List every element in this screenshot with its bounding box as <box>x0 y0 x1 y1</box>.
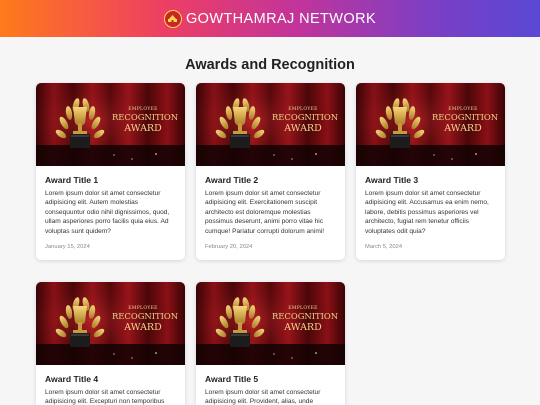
banner-line-2: RECOGNITION <box>112 112 179 122</box>
award-title: Award Title 1 <box>45 175 99 185</box>
award-image: EMPLOYEE RECOGNITION AWARD <box>196 83 345 166</box>
award-title: Award Title 3 <box>365 175 419 185</box>
award-image: EMPLOYEE RECOGNITION AWARD <box>196 282 345 365</box>
brand[interactable]: GOWTHAMRAJ NETWORK <box>163 9 377 28</box>
award-image: EMPLOYEE RECOGNITION AWARD <box>36 83 185 166</box>
banner-line-3: AWARD <box>284 123 322 134</box>
award-date: January 15, 2024 <box>45 244 90 251</box>
award-description: Lorem ipsum dolor sit amet consectetur a… <box>205 389 321 405</box>
banner-line-2: RECOGNITION <box>112 311 179 321</box>
award-description: Lorem ipsum dolor sit amet consectetur a… <box>45 389 165 405</box>
temple-emblem-icon <box>163 9 182 28</box>
award-card[interactable]: EMPLOYEE RECOGNITION AWARD Award Title 3… <box>356 83 505 261</box>
award-title: Award Title 5 <box>205 374 259 384</box>
banner-line-2: RECOGNITION <box>272 311 339 321</box>
award-title: Award Title 2 <box>205 175 259 185</box>
award-card[interactable]: EMPLOYEE RECOGNITION AWARD Award Title 2… <box>196 83 345 261</box>
page-title: Awards and Recognition <box>185 57 355 73</box>
award-image: EMPLOYEE RECOGNITION AWARD <box>36 282 185 365</box>
award-image: EMPLOYEE RECOGNITION AWARD <box>356 83 505 166</box>
award-description: Lorem ipsum dolor sit amet consectetur a… <box>205 190 325 235</box>
award-date: February 20, 2024 <box>205 244 253 251</box>
site-header: GOWTHAMRAJ NETWORK <box>0 0 540 37</box>
banner-line-3: AWARD <box>124 123 162 134</box>
banner-line-3: AWARD <box>284 322 322 333</box>
banner-line-3: AWARD <box>444 123 482 134</box>
brand-name: GOWTHAMRAJ NETWORK <box>185 10 377 27</box>
award-description: Lorem ipsum dolor sit amet consectetur a… <box>45 190 170 235</box>
award-card[interactable]: EMPLOYEE RECOGNITION AWARD Award Title 1… <box>36 83 185 261</box>
banner-line-2: RECOGNITION <box>272 112 339 122</box>
banner-line-2: RECOGNITION <box>432 112 499 122</box>
banner-line-3: AWARD <box>124 322 162 333</box>
award-date: March 5, 2024 <box>365 244 403 251</box>
award-card[interactable]: EMPLOYEE RECOGNITION AWARD Award Title 4… <box>36 282 185 405</box>
award-description: Lorem ipsum dolor sit amet consectetur a… <box>365 190 489 235</box>
awards-section: Awards and Recognition EMPLOYEE RECOGNIT… <box>0 37 540 405</box>
award-title: Award Title 4 <box>45 374 99 384</box>
award-card[interactable]: EMPLOYEE RECOGNITION AWARD Award Title 5… <box>196 282 345 405</box>
